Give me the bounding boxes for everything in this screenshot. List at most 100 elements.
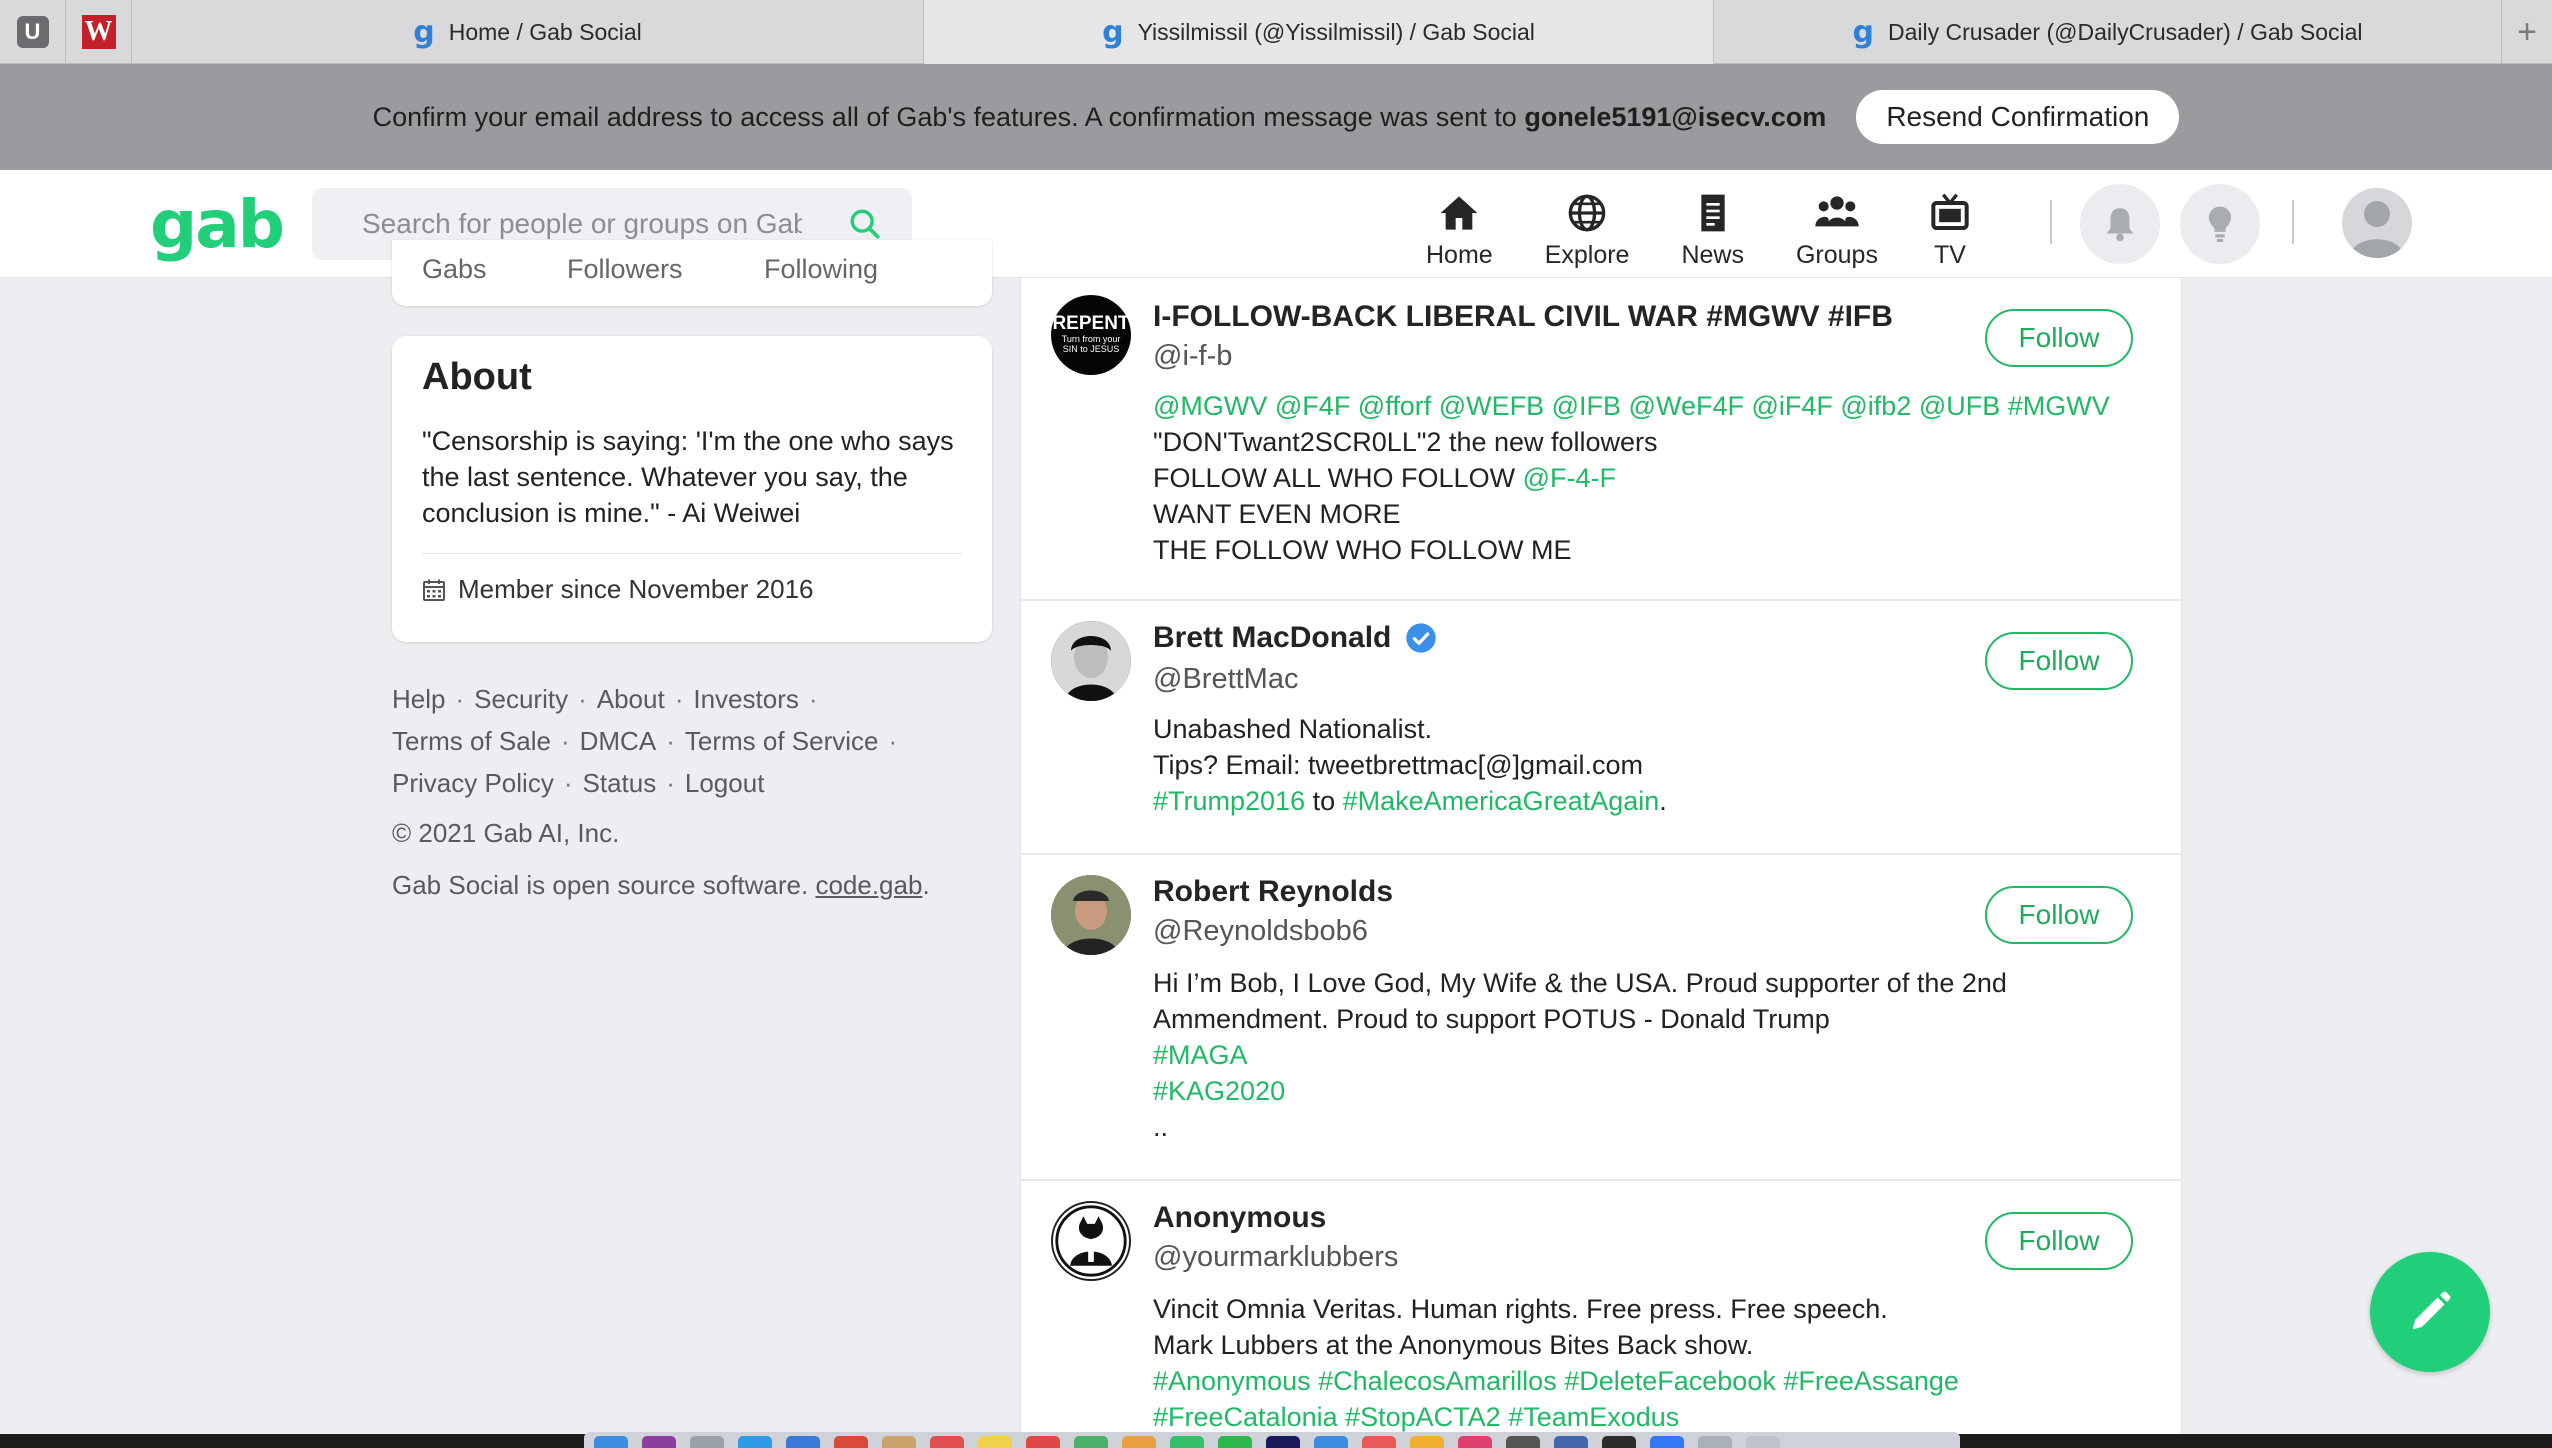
dock-app-icon[interactable] [738,1436,772,1448]
footer-link-security[interactable]: Security [474,684,568,714]
bio-mention[interactable]: @F-4-F [1523,463,1616,493]
dock-app-icon[interactable] [1314,1436,1348,1448]
dock-app-icon[interactable] [594,1436,628,1448]
user-name[interactable]: Brett MacDonald [1153,621,1437,655]
dock-app-icon[interactable] [978,1436,1012,1448]
avatar[interactable] [1051,875,1131,955]
nav-tv[interactable]: TV [1904,180,1996,270]
dock-app-icon[interactable] [1458,1436,1492,1448]
follow-button[interactable]: Follow [1985,309,2133,367]
footer-link-terms-of-service[interactable]: Terms of Service [685,726,879,756]
dock-app-icon[interactable] [1602,1436,1636,1448]
dock-app-icon[interactable] [1026,1436,1060,1448]
pinned-tab-u[interactable]: U [0,0,66,64]
nav-news[interactable]: News [1655,180,1770,270]
list-item: REPENT Turn from your SIN to JESUS I-FOL… [1021,278,2181,601]
user-avatar-icon [2350,201,2404,258]
u-favicon-icon: U [16,16,49,48]
dock-app-icon[interactable] [1506,1436,1540,1448]
groups-icon [1815,196,1859,227]
hashtags[interactable]: #FreeCatalonia #StopACTA2 #TeamExodus [1153,1402,1679,1432]
user-bio: Unabashed Nationalist. Tips? Email: twee… [1153,714,1667,816]
compose-button[interactable] [2370,1252,2490,1372]
dock-app-icon[interactable] [834,1436,868,1448]
nav-home[interactable]: Home [1400,180,1519,270]
dock-app-icon[interactable] [1698,1436,1732,1448]
hashtag[interactable]: #KAG2020 [1153,1076,1285,1106]
dock-app-icon[interactable] [1410,1436,1444,1448]
avatar[interactable]: REPENT Turn from your SIN to JESUS [1051,295,1131,375]
dock-app-icon[interactable] [1266,1436,1300,1448]
footer-link-privacy[interactable]: Privacy Policy [392,768,554,798]
follow-button[interactable]: Follow [1985,632,2133,690]
browser-tab-home[interactable]: g Home / Gab Social [132,0,924,64]
verified-badge-icon [1406,623,1437,653]
pencil-icon [2412,1291,2451,1330]
resend-confirmation-button[interactable]: Resend Confirmation [1856,90,2180,144]
browser-tab-dailycrusader[interactable]: g Daily Crusader (@DailyCrusader) / Gab … [1714,0,2502,64]
top-navigation-bar: gab Home Explore News Groups TV [0,170,2552,278]
browser-tab-bar: U W g Home / Gab Social g Yissilmissil (… [0,0,2552,64]
dock-app-icon[interactable] [882,1436,916,1448]
dock-app-icon[interactable] [1170,1436,1204,1448]
nav-groups[interactable]: Groups [1770,180,1904,270]
member-since: Member since November 2016 [422,574,962,605]
profile-stats-card: Gabs Followers Following [392,240,992,306]
new-tab-button[interactable]: + [2502,0,2552,64]
avatar[interactable] [1051,1201,1131,1281]
stat-gabs-label[interactable]: Gabs [422,254,487,285]
dock-app-icon[interactable] [1362,1436,1396,1448]
footer-link-investors[interactable]: Investors [693,684,799,714]
pinned-tab-w[interactable]: W [66,0,132,64]
home-icon [1441,196,1478,230]
browser-tab-yissilmissil[interactable]: g Yissilmissil (@Yissilmissil) / Gab Soc… [924,0,1714,64]
dock-app-icon[interactable] [1074,1436,1108,1448]
search-icon[interactable] [848,207,882,241]
account-avatar-button[interactable] [2342,188,2412,258]
footer-link-about[interactable]: About [597,684,665,714]
gab-logo[interactable]: gab [150,186,285,263]
stat-followers-label[interactable]: Followers [567,254,683,285]
email-confirmation-banner: Confirm your email address to access all… [0,64,2552,170]
dock-app-icon[interactable] [1218,1436,1252,1448]
dock-app-icon[interactable] [1554,1436,1588,1448]
list-item: Brett MacDonald @BrettMac Unabashed Nati… [1021,601,2181,855]
footer-link-dmca[interactable]: DMCA [580,726,657,756]
hashtag[interactable]: #Trump2016 [1153,786,1305,816]
nav-explore[interactable]: Explore [1519,180,1656,270]
news-icon [1701,194,1725,232]
dock-app-icon[interactable] [690,1436,724,1448]
code-gab-link[interactable]: code.gab [815,870,922,900]
user-name[interactable]: Anonymous [1153,1201,1326,1235]
notifications-button[interactable] [2080,184,2160,264]
hashtag[interactable]: #MAGA [1153,1040,1248,1070]
follow-button[interactable]: Follow [1985,886,2133,944]
dock-app-icon[interactable] [1746,1436,1780,1448]
svg-text:REPENT: REPENT [1052,313,1129,334]
stat-following-label[interactable]: Following [764,254,878,285]
footer-link-help[interactable]: Help [392,684,445,714]
display-options-button[interactable] [2180,184,2260,264]
footer-link-logout[interactable]: Logout [685,768,765,798]
list-item: Robert Reynolds @Reynoldsbob6 Hi I’m Bob… [1021,855,2181,1181]
hashtags[interactable]: #Anonymous #ChalecosAmarillos #DeleteFac… [1153,1366,1959,1396]
dock-app-icon[interactable] [930,1436,964,1448]
banner-message: Confirm your email address to access all… [372,101,1827,132]
user-name[interactable]: Robert Reynolds [1153,875,1393,909]
avatar[interactable] [1051,621,1131,701]
tv-icon [1931,193,1969,230]
search-input[interactable] [362,208,802,240]
bio-mentions[interactable]: @MGWV @F4F @fforf @WEFB @IFB @WeF4F @iF4… [1153,391,2110,421]
dock-app-icon[interactable] [642,1436,676,1448]
dock-app-icon[interactable] [1650,1436,1684,1448]
w-favicon-icon: W [81,15,116,49]
dock-app-icon[interactable] [786,1436,820,1448]
dock-app-icon[interactable] [1122,1436,1156,1448]
follow-button[interactable]: Follow [1985,1212,2133,1270]
footer-link-terms-of-sale[interactable]: Terms of Sale [392,726,551,756]
user-photo [1051,621,1131,701]
hashtag[interactable]: #MakeAmericaGreatAgain [1343,786,1660,816]
user-name[interactable]: I-FOLLOW-BACK LIBERAL CIVIL WAR #MGWV #I… [1153,300,1893,334]
user-handle: @i-f-b [1153,340,1233,372]
footer-link-status[interactable]: Status [583,768,657,798]
